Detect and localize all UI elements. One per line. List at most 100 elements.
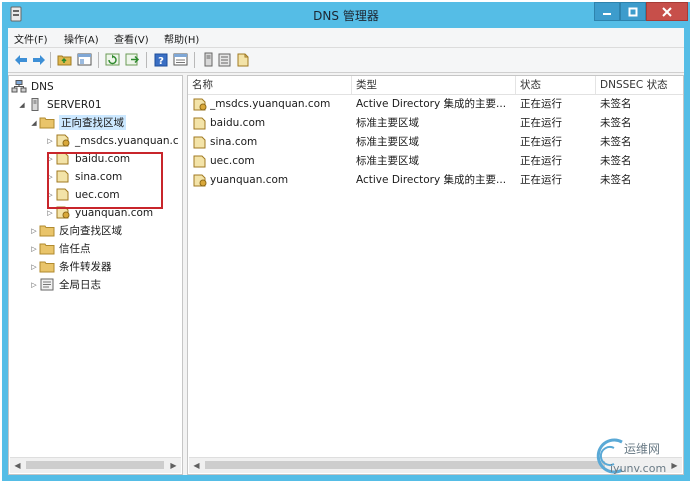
collapse-arrow-icon[interactable]: ◢ [29,119,39,127]
zone-status: 正在运行 [520,155,562,167]
expand-arrow-icon[interactable]: ▷ [29,281,39,289]
zone-status: 正在运行 [520,136,562,148]
tree-item-trust-points[interactable]: ▷ 信任点 [29,240,90,257]
zone-icon [193,117,206,130]
tree-horizontal-scrollbar[interactable]: ◀ ▶ [10,457,181,473]
zone-icon [193,98,207,111]
list-view-icon [218,53,231,66]
zone-name: sina.com [210,136,258,148]
menu-action[interactable]: 操作(A) [64,31,99,46]
tree-item-dns[interactable]: DNS [11,78,54,95]
column-header-dnssec-status[interactable]: DNSSEC 状态 [596,76,683,94]
column-header-status[interactable]: 状态 [516,76,596,94]
zone-list-view: 名称 类型 状态 DNSSEC 状态 _msdcs.yuanquan.com A… [187,75,684,475]
forward-arrow-icon [32,54,45,65]
table-row[interactable]: yuanquan.com Active Directory 集成的主要... 正… [188,171,683,190]
server-icon [31,98,39,111]
menu-view[interactable]: 查看(V) [114,31,149,46]
properties-button[interactable] [172,51,189,68]
zone-type: Active Directory 集成的主要... [356,174,507,186]
forward-button[interactable] [30,51,47,68]
console-tree-icon [77,53,92,66]
new-zone-button[interactable] [234,51,251,68]
scroll-left-icon[interactable]: ◀ [189,458,204,473]
help-button[interactable]: ? [152,51,169,68]
zone-dnssec-status: 未签名 [600,155,632,167]
zone-name: yuanquan.com [210,174,289,186]
console-tree: DNS ◢ SERVER01 ◢ 正向查找区域 ▷ _msdcs.yuanqua… [8,75,183,475]
back-arrow-icon [14,54,27,65]
table-row[interactable]: sina.com 标准主要区域 正在运行 未签名 [188,133,683,152]
maximize-button[interactable] [620,2,646,21]
zone-icon [193,155,206,168]
refresh-button[interactable] [104,51,121,68]
toolbar-separator [146,52,147,68]
menu-bar: 文件(F) 操作(A) 查看(V) 帮助(H) [8,28,684,48]
help-icon: ? [154,53,167,67]
menu-file[interactable]: 文件(F) [14,31,48,46]
zone-status: 正在运行 [520,98,562,110]
export-icon [125,53,140,66]
menu-help[interactable]: 帮助(H) [164,31,199,46]
maximize-icon [628,7,638,16]
scroll-right-icon[interactable]: ▶ [166,458,181,473]
dns-manager-window: DNS 管理器 文件(F) 操作(A) 查看(V) 帮助(H) ? DNS ◢ … [2,2,690,481]
watermark-url: iyunv.com [610,462,667,475]
watermark-text: 运维网 [624,442,661,456]
folder-icon [39,261,55,273]
zone-list-button[interactable] [216,51,233,68]
collapse-arrow-icon[interactable]: ◢ [17,101,27,109]
client-area: 文件(F) 操作(A) 查看(V) 帮助(H) ? DNS ◢ SERVER01… [8,28,684,475]
close-button[interactable] [646,2,688,21]
show-hide-tree-button[interactable] [76,51,93,68]
tree-item-zone-msdcs[interactable]: ▷ _msdcs.yuanquan.c [45,132,179,149]
minimize-button[interactable] [594,2,620,21]
tree-item-label: SERVER01 [47,98,102,111]
scroll-thumb[interactable] [26,461,164,469]
table-row[interactable]: baidu.com 标准主要区域 正在运行 未签名 [188,114,683,133]
zone-name: baidu.com [210,117,266,129]
server-button[interactable] [200,51,217,68]
export-list-button[interactable] [124,51,141,68]
tree-item-label: 反向查找区域 [59,225,122,237]
expand-arrow-icon[interactable]: ▷ [45,209,55,217]
scroll-left-icon[interactable]: ◀ [10,458,25,473]
tree-item-label: 全局日志 [59,279,101,291]
site-watermark: 运维网 iyunv.com [588,432,688,482]
expand-arrow-icon[interactable]: ▷ [45,137,55,145]
toolbar-separator [98,52,99,68]
column-header-name[interactable]: 名称 [188,76,352,94]
table-row[interactable]: uec.com 标准主要区域 正在运行 未签名 [188,152,683,171]
expand-arrow-icon[interactable]: ▷ [29,263,39,271]
folder-icon [39,117,55,129]
folder-icon [39,225,55,237]
zone-icon [56,134,70,147]
toolbar-separator [50,52,51,68]
tree-item-reverse-lookup-zones[interactable]: ▷ 反向查找区域 [29,222,122,239]
up-level-button[interactable] [56,51,73,68]
properties-icon [173,53,188,66]
expand-arrow-icon[interactable]: ▷ [29,245,39,253]
refresh-icon [105,53,120,66]
scroll-thumb[interactable] [205,461,605,469]
back-button[interactable] [12,51,29,68]
folder-icon [39,243,55,255]
server-icon [204,52,213,67]
expand-arrow-icon[interactable]: ▷ [29,227,39,235]
title-bar[interactable]: DNS 管理器 [2,2,690,28]
window-title: DNS 管理器 [313,9,379,23]
toolbar-separator [194,52,195,68]
zone-dnssec-status: 未签名 [600,117,632,129]
folder-up-icon [57,55,72,66]
tree-item-server01[interactable]: ◢ SERVER01 [17,96,102,113]
table-row[interactable]: _msdcs.yuanquan.com Active Directory 集成的… [188,95,683,114]
zone-icon [193,174,207,187]
tree-item-conditional-forwarders[interactable]: ▷ 条件转发器 [29,258,111,275]
tree-item-label: _msdcs.yuanquan.c [75,134,179,147]
zone-name: _msdcs.yuanquan.com [210,98,331,110]
tree-item-global-logs[interactable]: ▷ 全局日志 [29,276,101,293]
column-header-type[interactable]: 类型 [352,76,516,94]
tree-item-forward-lookup-zones[interactable]: ◢ 正向查找区域 [29,114,126,131]
zone-name: uec.com [210,155,255,167]
zone-dnssec-status: 未签名 [600,136,632,148]
